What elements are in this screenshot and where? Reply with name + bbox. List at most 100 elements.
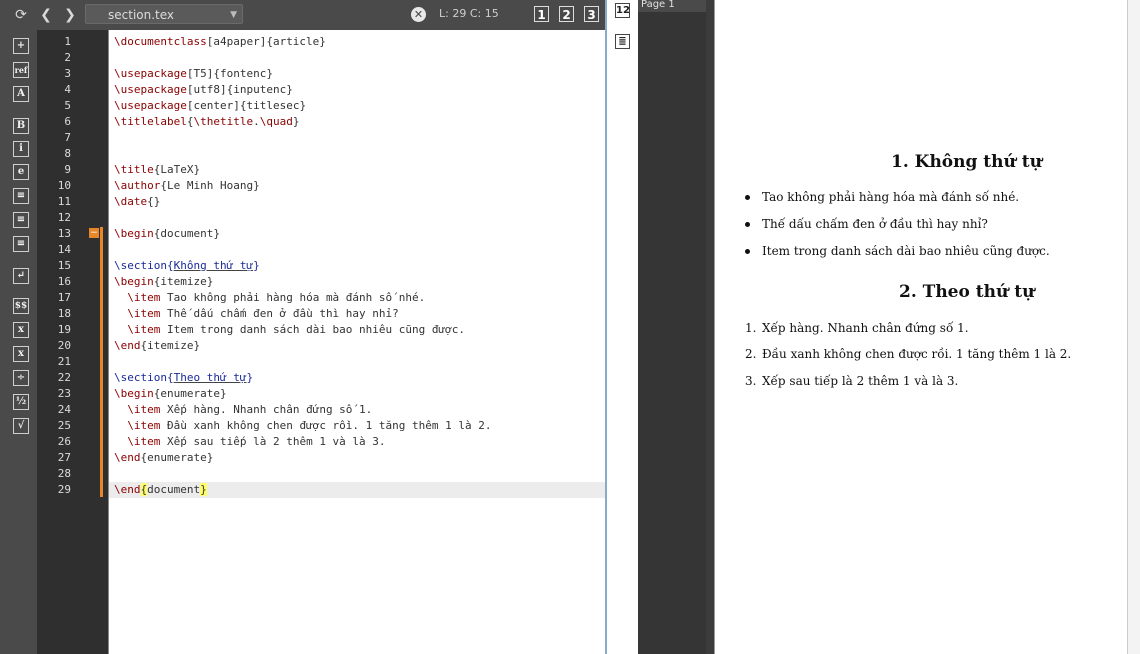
line-number: 10	[57, 179, 71, 192]
chevron-down-icon: ▼	[230, 10, 237, 20]
sqrt-icon[interactable]: √	[13, 418, 29, 434]
subscript-icon[interactable]: x	[13, 322, 29, 338]
code-line[interactable]: \section{Theo thứ tự}	[114, 370, 253, 386]
code-line[interactable]: \author{Le Minh Hoang}	[114, 178, 260, 194]
sync-icon[interactable]: ⟳	[12, 6, 30, 24]
close-icon[interactable]: ✕	[411, 7, 426, 22]
viewer-scroll-area[interactable]	[1127, 0, 1140, 654]
line-number: 19	[57, 323, 71, 336]
list-item: Thế dấu chấm đen ở đầu thì hay nhỉ?	[745, 217, 988, 231]
bullet	[745, 249, 750, 254]
view-2-button[interactable]: 2	[559, 6, 574, 22]
code-line[interactable]: \item Đầu xanh không chen được rồi. 1 tă…	[114, 418, 491, 434]
list-item: Tao không phải hàng hóa mà đánh số nhé.	[745, 190, 1019, 204]
line-number: 6	[64, 115, 71, 128]
viewer-divider[interactable]	[706, 0, 714, 654]
line-number: 27	[57, 451, 71, 464]
line-number: 2	[64, 51, 71, 64]
italic-icon[interactable]: i	[13, 141, 29, 157]
code-line[interactable]: \item Xếp sau tiếp là 2 thêm 1 và là 3.	[114, 434, 385, 450]
line-number: 5	[64, 99, 71, 112]
code-line[interactable]: \end{document}	[114, 482, 207, 498]
align-center-icon[interactable]: ≡	[13, 212, 29, 228]
code-line[interactable]: \usepackage[utf8]{inputenc}	[114, 82, 293, 98]
code-line[interactable]: \end{itemize}	[114, 338, 200, 354]
insert-block-icon[interactable]: +	[13, 38, 29, 54]
division-icon[interactable]: ÷	[13, 370, 29, 386]
list-item: 2. Đầu xanh không chen được rồi. 1 tăng t…	[745, 347, 1072, 361]
list-item: Item trong danh sách dài bao nhiêu cũng …	[745, 244, 1050, 258]
section-2-heading: 2. Theo thứ tự	[899, 282, 1035, 302]
code-line[interactable]: \begin{document}	[114, 226, 220, 242]
fraction-icon[interactable]: ½	[13, 394, 29, 410]
code-line[interactable]: \documentclass[a4paper]{article}	[114, 34, 326, 50]
line-number: 8	[64, 147, 71, 160]
line-number: 28	[57, 467, 71, 480]
cursor-position: L: 29 C: 15	[439, 7, 499, 20]
structure-icon[interactable]: ≣	[615, 34, 630, 49]
line-number: 15	[57, 259, 71, 272]
code-line[interactable]: \begin{itemize}	[114, 274, 213, 290]
line-number: 9	[64, 163, 71, 176]
line-number: 11	[57, 195, 71, 208]
editor-toolbar: ⟳ ❮ ❯ section.tex ▼ ✕ L: 29 C: 15 1 2 3	[0, 0, 605, 30]
page-number-icon[interactable]: 12	[615, 3, 630, 18]
line-number: 22	[57, 371, 71, 384]
view-3-button[interactable]: 3	[584, 6, 599, 22]
line-number: 1	[64, 35, 71, 48]
line-number: 4	[64, 83, 71, 96]
code-editor[interactable]: \documentclass[a4paper]{article} \usepack…	[108, 30, 606, 654]
bullet	[745, 195, 750, 200]
section-1-heading: 1. Không thứ tự	[891, 152, 1043, 172]
fold-bar	[100, 227, 103, 497]
line-number: 29	[57, 483, 71, 496]
code-line[interactable]: \titlelabel{\thetitle.\quad}	[114, 114, 299, 130]
line-number: 26	[57, 435, 71, 448]
font-size-icon[interactable]: A	[13, 86, 29, 102]
pdf-page: 1. Không thứ tự Tao không phải hàng hóa …	[714, 0, 1127, 654]
code-line[interactable]: \usepackage[center]{titlesec}	[114, 98, 306, 114]
line-number: 25	[57, 419, 71, 432]
file-select[interactable]: section.tex ▼	[85, 4, 243, 24]
code-line[interactable]: \item Thế dấu chấm đen ở đầu thì hay nhỉ…	[114, 306, 399, 322]
code-line[interactable]: \end{enumerate}	[114, 450, 213, 466]
align-left-icon[interactable]: ≡	[13, 188, 29, 204]
line-number: 3	[64, 67, 71, 80]
back-icon[interactable]: ❮	[37, 6, 55, 24]
code-line[interactable]: \item Tao không phải hàng hóa mà đánh số…	[114, 290, 425, 306]
line-number: 20	[57, 339, 71, 352]
code-line[interactable]: \item Xếp hàng. Nhanh chân đứng số 1.	[114, 402, 372, 418]
forward-icon[interactable]: ❯	[61, 6, 79, 24]
viewer-background	[638, 0, 706, 654]
line-number: 16	[57, 275, 71, 288]
line-number: 14	[57, 243, 71, 256]
math-icon[interactable]: $$	[13, 298, 29, 314]
line-number: 21	[57, 355, 71, 368]
code-line[interactable]: \title{LaTeX}	[114, 162, 200, 178]
view-1-button[interactable]: 1	[534, 6, 549, 22]
code-line[interactable]: \begin{enumerate}	[114, 386, 227, 402]
emphasis-icon[interactable]: e	[13, 164, 29, 180]
line-number: 7	[64, 131, 71, 144]
line-number: 13	[57, 227, 71, 240]
line-gutter: − 1 2 3 4 5 6 7 8 9 10 11 12 13 14 15 16 17 18 19 20 21 22 23 2…	[37, 30, 108, 654]
side-panel: 12 ≣	[605, 0, 638, 654]
line-number: 18	[57, 307, 71, 320]
newline-icon[interactable]: ↵	[13, 268, 29, 284]
superscript-icon[interactable]: x	[13, 346, 29, 362]
code-line[interactable]: \date{}	[114, 194, 160, 210]
file-name: section.tex	[108, 8, 175, 22]
list-item: 1. Xếp hàng. Nhanh chân đứng số 1.	[745, 321, 969, 335]
line-number: 23	[57, 387, 71, 400]
bold-icon[interactable]: B	[13, 118, 29, 134]
symbol-palette: + ref A Bi e ≡ ≡ ≡ ↵ $$ x x ÷ ½ √	[0, 30, 37, 654]
bullet	[745, 222, 750, 227]
code-line[interactable]: \section{Không thứ tự}	[114, 258, 260, 274]
line-number: 12	[57, 211, 71, 224]
fold-collapse-icon[interactable]: −	[89, 228, 99, 238]
ref-icon[interactable]: ref	[13, 62, 29, 78]
line-number: 17	[57, 291, 71, 304]
code-line[interactable]: \item Item trong danh sách dài bao nhiêu…	[114, 322, 465, 338]
code-line[interactable]: \usepackage[T5]{fontenc}	[114, 66, 273, 82]
align-right-icon[interactable]: ≡	[13, 236, 29, 252]
